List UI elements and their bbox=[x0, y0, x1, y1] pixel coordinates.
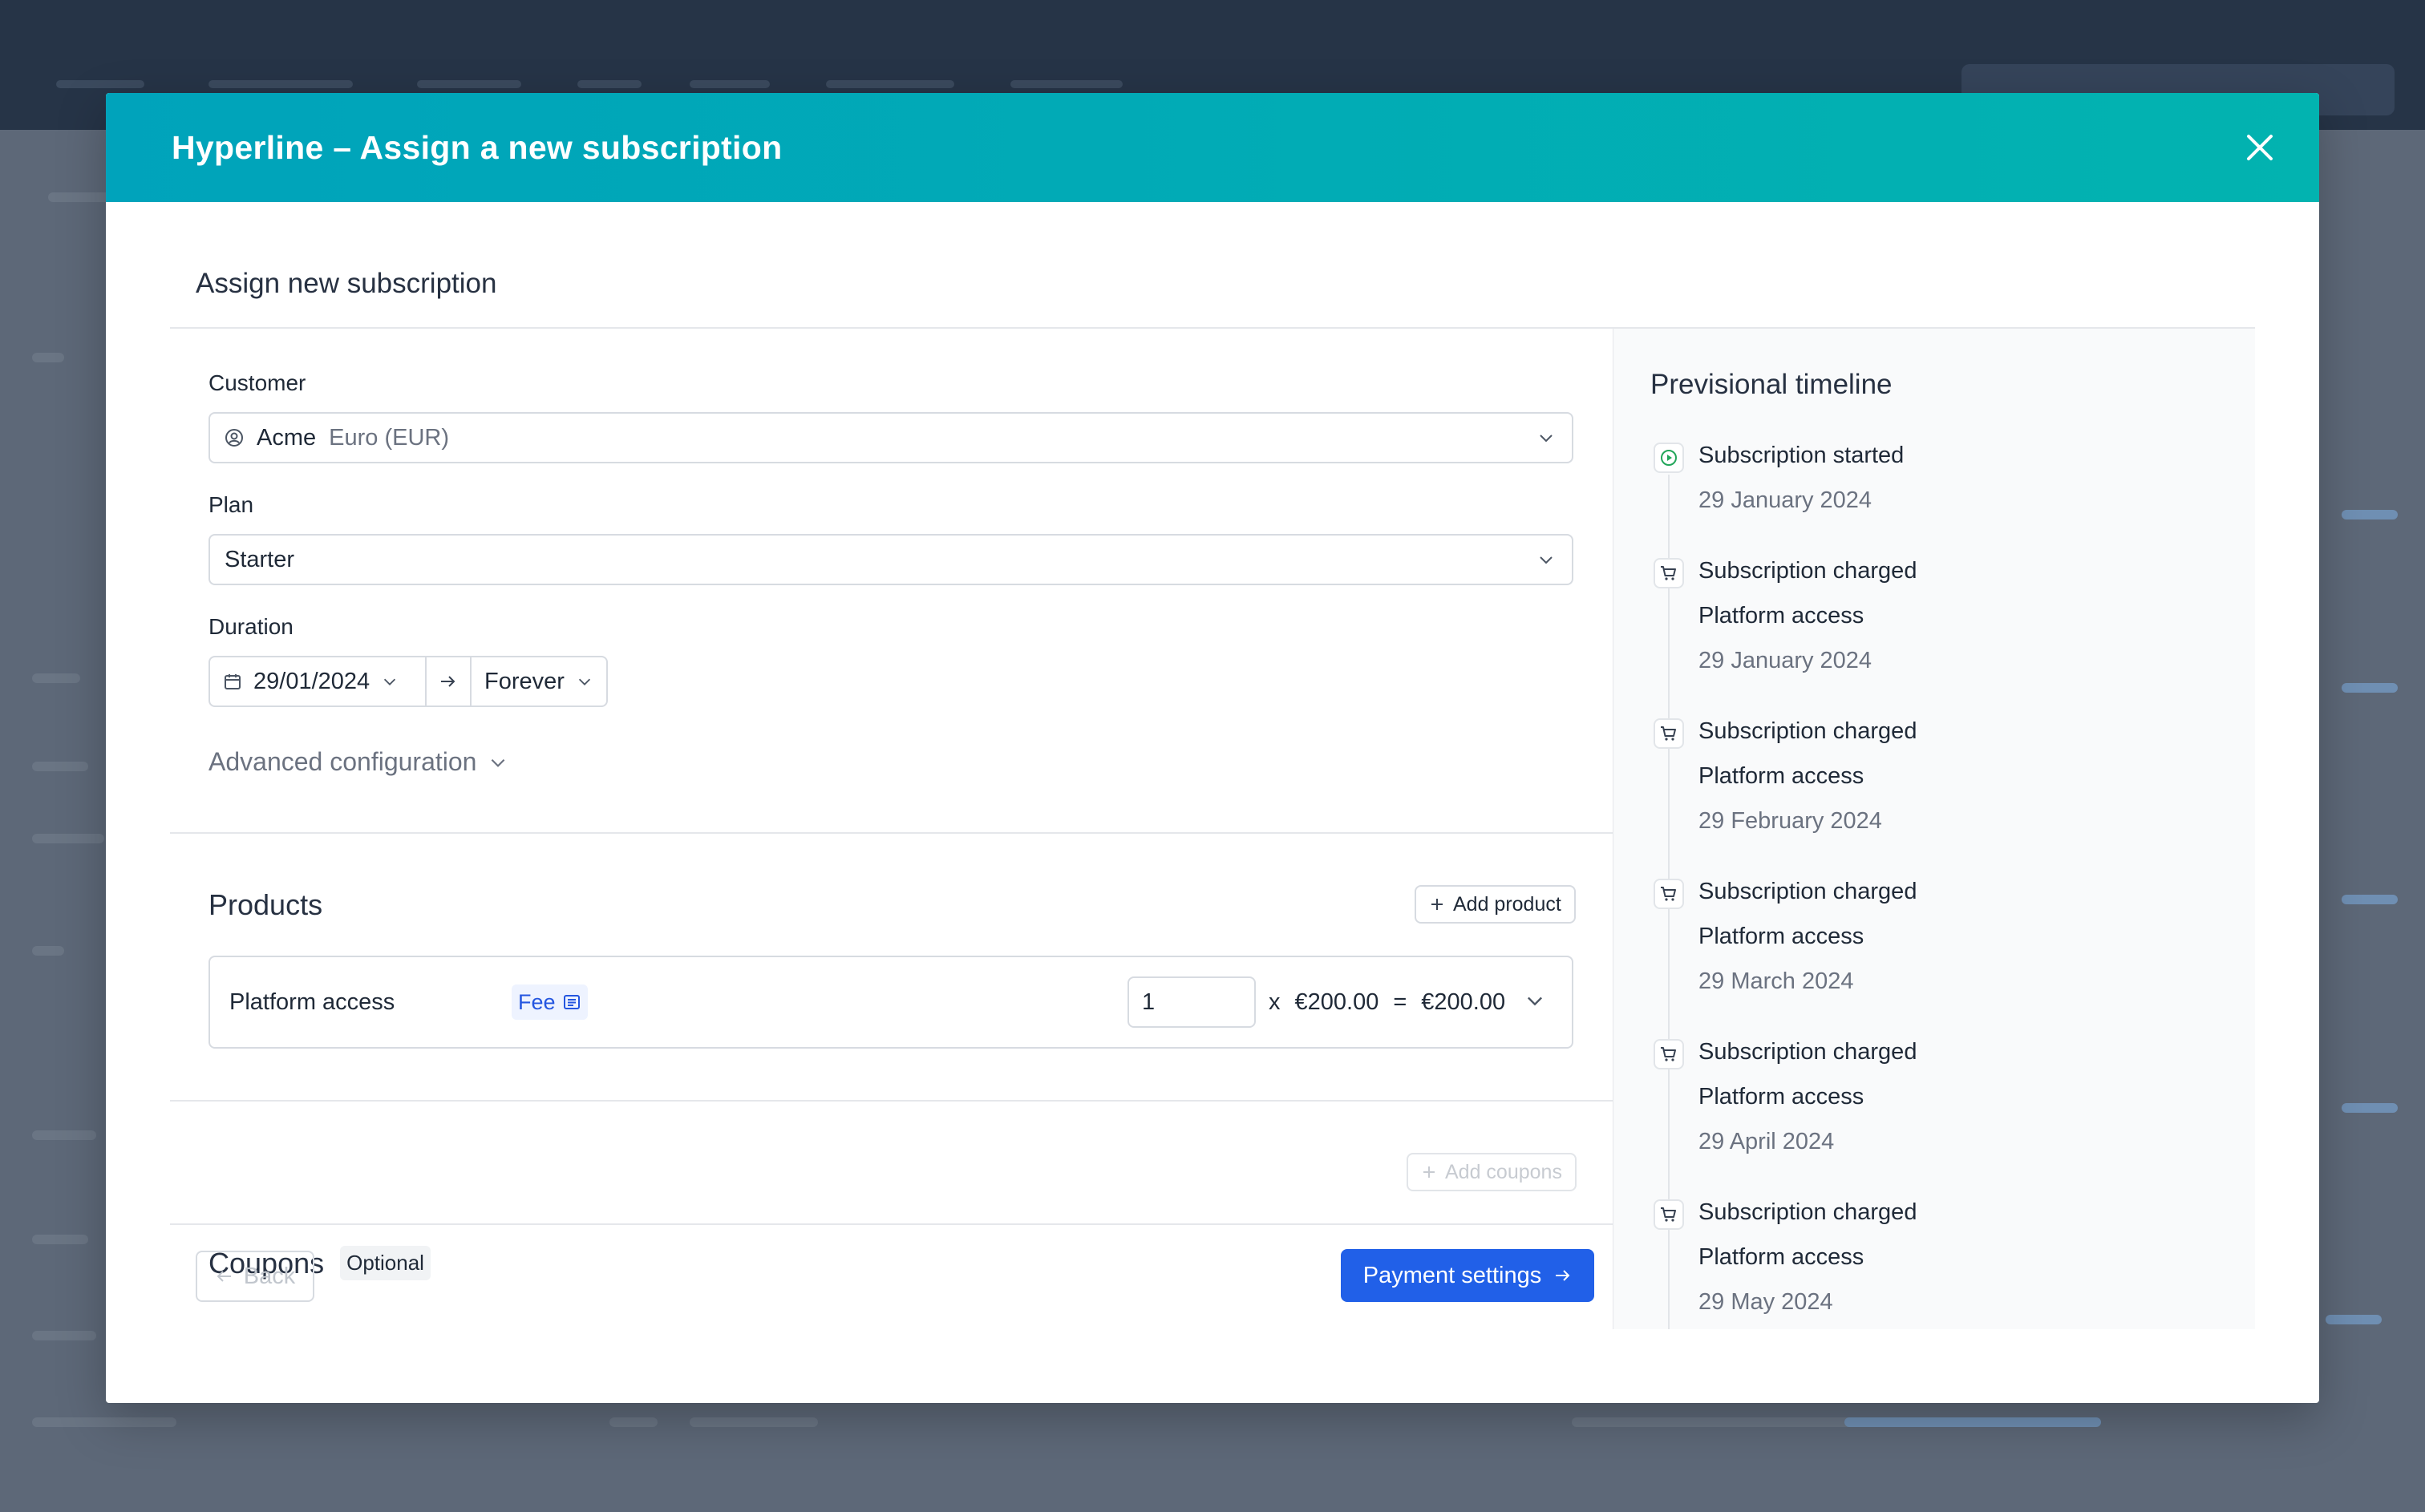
cart-icon bbox=[1654, 879, 1684, 909]
duration-arrow bbox=[427, 657, 470, 705]
back-button[interactable]: Back bbox=[196, 1251, 314, 1302]
plus-icon bbox=[1431, 899, 1443, 910]
timeline-event-date: 29 February 2024 bbox=[1698, 808, 1882, 834]
customer-select[interactable]: Acme Euro (EUR) bbox=[208, 412, 1573, 463]
fee-badge-label: Fee bbox=[518, 989, 556, 1014]
timeline-event-detail: Platform access bbox=[1698, 924, 1864, 949]
plan-label: Plan bbox=[208, 492, 254, 517]
cart-icon bbox=[1654, 1199, 1684, 1230]
cart-icon bbox=[1654, 718, 1684, 749]
timeline-event-detail: Platform access bbox=[1698, 1084, 1864, 1110]
payment-settings-label: Payment settings bbox=[1362, 1262, 1542, 1288]
start-date-value: 29/01/2024 bbox=[253, 668, 370, 694]
timeline-event-title: Subscription charged bbox=[1698, 558, 1917, 584]
optional-badge: Optional bbox=[340, 1246, 431, 1280]
chevron-down-icon bbox=[1540, 435, 1553, 443]
back-label: Back bbox=[243, 1263, 296, 1289]
timeline-event-title: Subscription charged bbox=[1698, 1039, 1917, 1065]
page-title: Assign new subscription bbox=[196, 268, 497, 299]
duration-picker: 29/01/2024 Forever bbox=[208, 656, 608, 707]
advanced-configuration-label: Advanced configuration bbox=[208, 747, 477, 776]
duration-label: Duration bbox=[208, 614, 294, 639]
close-button[interactable] bbox=[2239, 127, 2281, 168]
fee-badge: Fee bbox=[512, 984, 588, 1020]
user-circle-icon bbox=[225, 429, 243, 447]
unit-price: €200.00 bbox=[1294, 989, 1379, 1015]
chevron-down-icon bbox=[384, 678, 396, 685]
timeline-event-detail: Platform access bbox=[1698, 603, 1864, 629]
chevron-down-icon bbox=[578, 678, 590, 685]
timeline-event-date: 29 March 2024 bbox=[1698, 968, 1854, 994]
cart-icon bbox=[1654, 558, 1684, 588]
total-price: €200.00 bbox=[1421, 989, 1506, 1015]
timeline-title: Previsional timeline bbox=[1650, 369, 1893, 400]
modal-header: Hyperline – Assign a new subscription bbox=[106, 93, 2319, 202]
timeline-event-date: 29 May 2024 bbox=[1698, 1289, 1833, 1315]
chevron-down-icon bbox=[1528, 997, 1542, 1006]
assign-subscription-modal: Hyperline – Assign a new subscription As… bbox=[106, 93, 2319, 1403]
product-expand-button[interactable] bbox=[1524, 989, 1553, 1018]
timeline-event-date: 29 January 2024 bbox=[1698, 648, 1872, 673]
plan-select[interactable]: Starter bbox=[208, 534, 1573, 585]
equals-sign: = bbox=[1393, 989, 1407, 1015]
products-title: Products bbox=[208, 888, 323, 921]
chevron-down-icon bbox=[1540, 556, 1553, 564]
add-product-label: Add product bbox=[1453, 892, 1561, 916]
payment-settings-button[interactable]: Payment settings bbox=[1341, 1249, 1594, 1302]
product-row: Platform access Fee 1 x €200.00 = €200.0… bbox=[208, 956, 1573, 1049]
modal-title: Hyperline – Assign a new subscription bbox=[172, 128, 783, 166]
timeline-event-detail: Platform access bbox=[1698, 763, 1864, 789]
timeline-event-title: Subscription charged bbox=[1698, 1199, 1917, 1225]
calendar-icon bbox=[225, 674, 241, 689]
timeline-event-title: Subscription charged bbox=[1698, 879, 1917, 904]
arrow-right-icon bbox=[1556, 1270, 1570, 1281]
quantity-input[interactable]: 1 bbox=[1127, 976, 1256, 1028]
arrow-right-icon bbox=[441, 676, 455, 687]
product-name: Platform access bbox=[229, 989, 395, 1015]
plan-value: Starter bbox=[225, 546, 295, 572]
footer-divider bbox=[170, 1223, 1613, 1225]
timeline-event-date: 29 January 2024 bbox=[1698, 487, 1872, 513]
customer-label: Customer bbox=[208, 370, 306, 395]
price-expression: x €200.00 = €200.00 bbox=[1269, 989, 1505, 1016]
end-duration-select[interactable]: Forever bbox=[472, 657, 606, 705]
timeline-event-detail: Platform access bbox=[1698, 1244, 1864, 1270]
end-duration-value: Forever bbox=[484, 668, 565, 694]
timeline-event-title: Subscription charged bbox=[1698, 718, 1917, 744]
timeline-event-date: 29 April 2024 bbox=[1698, 1129, 1835, 1154]
form-divider bbox=[170, 832, 1613, 834]
arrow-left-icon bbox=[217, 1271, 231, 1282]
products-divider bbox=[170, 1100, 1613, 1102]
chevron-down-icon bbox=[492, 758, 505, 767]
play-circle-icon bbox=[1654, 443, 1684, 473]
start-date-picker[interactable]: 29/01/2024 bbox=[210, 657, 425, 705]
times-sign: x bbox=[1269, 989, 1281, 1015]
add-product-button[interactable]: Add product bbox=[1415, 885, 1576, 924]
timeline-event-title: Subscription started bbox=[1698, 443, 1905, 468]
quantity-value: 1 bbox=[1142, 988, 1156, 1015]
advanced-configuration-toggle[interactable]: Advanced configuration bbox=[208, 747, 508, 777]
add-coupons-button[interactable]: Add coupons bbox=[1407, 1153, 1577, 1191]
cart-icon bbox=[1654, 1039, 1684, 1069]
add-coupons-label: Add coupons bbox=[1445, 1160, 1562, 1183]
plus-icon bbox=[1423, 1166, 1435, 1178]
close-icon bbox=[2247, 135, 2273, 160]
customer-name: Acme bbox=[257, 424, 317, 451]
document-icon bbox=[563, 995, 580, 1009]
customer-currency: Euro (EUR) bbox=[329, 424, 449, 451]
